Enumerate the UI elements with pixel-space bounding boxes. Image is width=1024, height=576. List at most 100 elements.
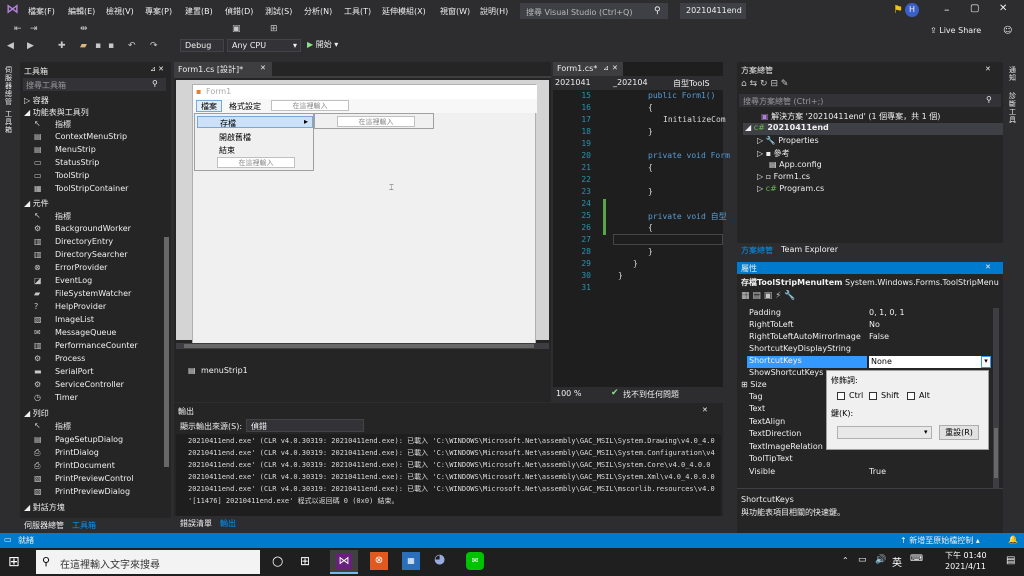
- tab-toolbox[interactable]: 工具箱: [72, 520, 96, 531]
- toolbox-side-tab[interactable]: 工具箱: [5, 110, 15, 134]
- pin-icon[interactable]: ⊿: [603, 64, 609, 72]
- tool-pagesetupdialog[interactable]: ▤ PageSetupDialog: [20, 434, 160, 447]
- property-pages-icon[interactable]: 🔧: [784, 291, 795, 301]
- align-icon[interactable]: ⇥: [30, 24, 38, 34]
- tool-toolstrip[interactable]: ▭ ToolStrip: [20, 170, 160, 183]
- code-line[interactable]: {: [648, 163, 653, 172]
- platform-select[interactable]: Any CPU ▾: [227, 39, 301, 52]
- close-icon[interactable]: ✕: [702, 406, 708, 414]
- notifications-side-tab[interactable]: 通知: [1009, 66, 1019, 82]
- tool-directorysearcher[interactable]: ▥ DirectorySearcher: [20, 249, 160, 262]
- menu-analyze[interactable]: 分析(N): [304, 6, 332, 17]
- open-folder-icon[interactable]: ▰: [80, 41, 87, 51]
- category-printing[interactable]: ◢ 列印: [24, 408, 49, 419]
- tree-item-appconfig[interactable]: ▤ App.config: [769, 160, 822, 169]
- app-icon[interactable]: ▦: [402, 552, 420, 570]
- toolbox-search-input[interactable]: 搜尋工具箱 ⚲: [23, 78, 166, 91]
- tab-error-list[interactable]: 錯誤清單: [180, 518, 212, 529]
- menu-file[interactable]: 檔案(F): [28, 6, 55, 17]
- sync-icon[interactable]: ⇆: [750, 79, 758, 89]
- tool-pointer[interactable]: ↖ 指標: [20, 210, 160, 223]
- align-center-icon[interactable]: ⇹: [80, 24, 88, 34]
- tool-printdocument[interactable]: ⎙ PrintDocument: [20, 460, 160, 473]
- output-source-select[interactable]: 偵錯: [246, 419, 364, 432]
- prop-row[interactable]: Visible True: [749, 467, 989, 479]
- configuration-select[interactable]: Debug: [180, 39, 224, 52]
- menu-view[interactable]: 檢視(V): [106, 6, 134, 17]
- spacing-icon[interactable]: ⊞: [270, 24, 278, 34]
- minimize-icon[interactable]: –: [944, 3, 950, 16]
- prop-row[interactable]: ShortcutKeyDisplayString: [749, 344, 989, 356]
- network-icon[interactable]: ▭: [858, 555, 867, 565]
- nav-member[interactable]: 自型ToolS: [673, 78, 710, 89]
- close-icon[interactable]: ✕: [260, 64, 266, 72]
- properties-scrollbar[interactable]: [993, 308, 999, 488]
- visual-studio-taskbar-button[interactable]: ⋈: [330, 550, 358, 574]
- toolbox-scrollbar[interactable]: [164, 237, 169, 467]
- code-line[interactable]: }: [648, 247, 653, 256]
- tool-toolstripcontainer[interactable]: ▦ ToolStripContainer: [20, 183, 160, 196]
- solution-node[interactable]: ▣ 解決方案 '20210411end' (1 個專案，共 1 個): [761, 111, 940, 122]
- code-line[interactable]: public Form1(): [648, 91, 715, 100]
- code-line[interactable]: private void 自型: [648, 211, 727, 222]
- code-line[interactable]: }: [633, 259, 638, 268]
- properties-icon[interactable]: ✎: [781, 79, 789, 89]
- keyboard-icon[interactable]: ⌨: [910, 554, 923, 564]
- properties-icon[interactable]: ▣: [764, 291, 773, 301]
- close-icon[interactable]: ✕: [985, 263, 991, 271]
- prop-row[interactable]: RightToLeftAutoMirrorImage False: [749, 332, 989, 344]
- tree-item-program[interactable]: ▷ c# Program.cs: [757, 184, 824, 193]
- add-to-source-control-button[interactable]: ↑ 新增至原始檔控制 ▴: [900, 535, 980, 546]
- code-line[interactable]: InitializeCom: [663, 115, 726, 124]
- new-project-icon[interactable]: ✚: [58, 41, 66, 51]
- avatar[interactable]: H: [905, 3, 919, 17]
- tool-printpreviewcontrol[interactable]: ▧ PrintPreviewControl: [20, 473, 160, 486]
- close-icon[interactable]: ✕: [985, 65, 991, 73]
- diagnostics-side-tab[interactable]: 診斷工具: [1009, 92, 1019, 124]
- task-view-icon[interactable]: ○: [272, 554, 283, 569]
- dropdown-save-item[interactable]: 存檔 ▸: [197, 116, 313, 128]
- code-tab[interactable]: Form1.cs* ⊿ ✕: [553, 62, 623, 76]
- category-containers[interactable]: ▷ 容器: [24, 95, 49, 106]
- chevron-up-icon[interactable]: ⌃: [842, 556, 849, 565]
- designer-tab[interactable]: Form1.cs [設計]* ✕: [174, 62, 272, 76]
- tool-timer[interactable]: ◷ Timer: [20, 392, 160, 405]
- alt-checkbox[interactable]: Alt: [907, 391, 930, 400]
- code-line[interactable]: {: [648, 223, 653, 232]
- home-icon[interactable]: ⌂: [741, 79, 747, 89]
- bell-icon[interactable]: 🔔: [1008, 535, 1018, 544]
- tree-item-form1[interactable]: ▷ ▫ Form1.cs: [757, 172, 810, 181]
- tab-solution-explorer[interactable]: 方案總管: [741, 245, 773, 256]
- shift-checkbox[interactable]: Shift: [869, 391, 899, 400]
- code-line[interactable]: private void Form: [648, 151, 730, 160]
- server-explorer-side-tab[interactable]: 伺服器總管: [5, 66, 15, 106]
- ctrl-checkbox[interactable]: Ctrl: [837, 391, 863, 400]
- issues-status[interactable]: 找不到任何問題: [623, 389, 679, 400]
- refresh-icon[interactable]: ↻: [760, 79, 768, 89]
- menustrip1-component[interactable]: menuStrip1: [201, 366, 248, 375]
- designer-hscrollbar[interactable]: [176, 343, 549, 349]
- start-button[interactable]: ▶ 開始 ▾: [307, 39, 347, 52]
- type-here-menu-input[interactable]: 在這裡輸入: [271, 100, 349, 111]
- menu-help[interactable]: 說明(H): [480, 6, 508, 17]
- menu-project[interactable]: 專案(P): [145, 6, 172, 17]
- close-icon[interactable]: ✕: [612, 64, 618, 72]
- tool-performancecounter[interactable]: ▥ PerformanceCounter: [20, 340, 160, 353]
- events-icon[interactable]: ⚡: [775, 291, 781, 301]
- tab-server-explorer[interactable]: 伺服器總管: [24, 520, 64, 531]
- feedback-icon[interactable]: ☺: [1003, 26, 1012, 36]
- tool-errorprovider[interactable]: ⊗ ErrorProvider: [20, 262, 160, 275]
- menu-test[interactable]: 測試(S): [265, 6, 292, 17]
- categorized-icon[interactable]: ▦: [741, 291, 750, 301]
- output-text-area[interactable]: 20210411end.exe' (CLR v4.0.30319: 202104…: [176, 434, 721, 516]
- key-select[interactable]: ▾: [837, 426, 932, 439]
- close-icon[interactable]: ✕: [999, 3, 1007, 14]
- tool-helpprovider[interactable]: ? HelpProvider: [20, 301, 160, 314]
- tool-backgroundworker[interactable]: ⚙ BackgroundWorker: [20, 223, 160, 236]
- windows-start-icon[interactable]: ⊞: [8, 554, 24, 570]
- category-menus[interactable]: ◢ 功能表與工具列: [24, 107, 89, 118]
- redo-icon[interactable]: ↷: [150, 41, 158, 51]
- save-all-icon[interactable]: ▪: [108, 41, 114, 51]
- menu-edit[interactable]: 編輯(E): [68, 6, 95, 17]
- code-line[interactable]: }: [648, 187, 653, 196]
